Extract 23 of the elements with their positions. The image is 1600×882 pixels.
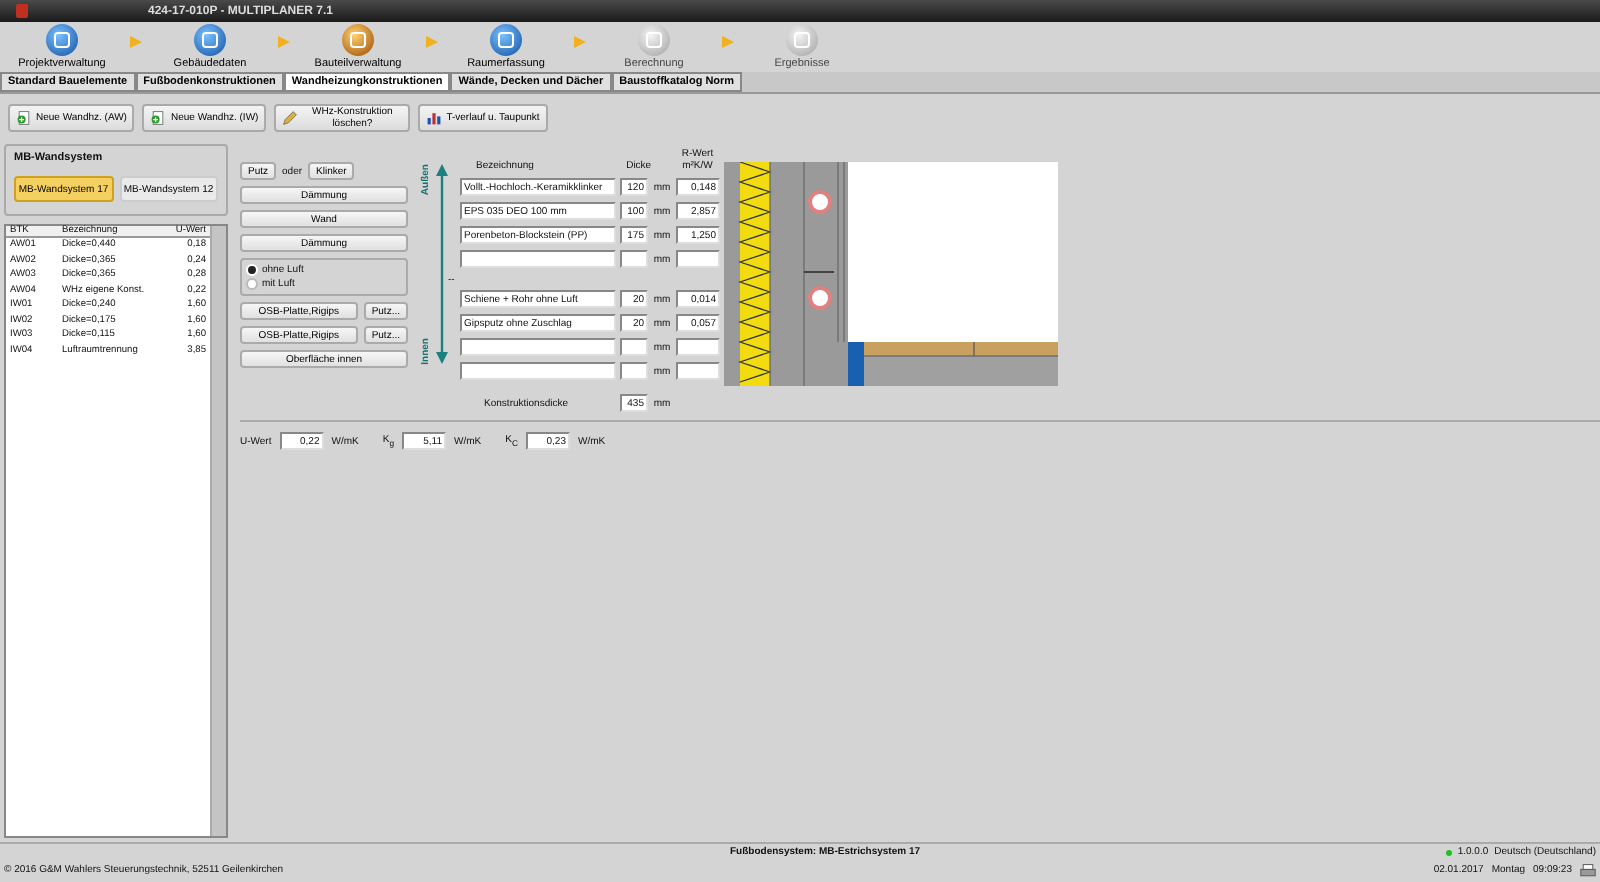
arrow-icon [130, 36, 142, 48]
thickness-field[interactable] [620, 250, 648, 268]
layer-name-field[interactable] [460, 338, 616, 356]
scroll-bar[interactable] [210, 226, 226, 836]
r-value-field[interactable] [676, 362, 720, 380]
status-dot-icon [1445, 849, 1452, 855]
layer-name-field[interactable] [460, 250, 616, 268]
pencil-icon [282, 109, 299, 125]
radio-button[interactable] [246, 278, 258, 290]
arrow-icon [574, 36, 586, 48]
bar-chart-icon [426, 109, 443, 125]
layer-name-field[interactable] [460, 362, 616, 380]
app-icon [16, 4, 28, 18]
arrow-icon [722, 36, 734, 48]
thickness-field[interactable] [620, 338, 648, 356]
document-plus-icon [16, 109, 32, 125]
r-value-field[interactable] [676, 338, 720, 356]
printer-icon[interactable] [1580, 863, 1596, 877]
arrow-icon [426, 36, 438, 48]
arrow-icon [278, 36, 290, 48]
thickness-field[interactable] [620, 362, 648, 380]
document-plus-icon [150, 109, 167, 125]
r-value-field[interactable] [676, 250, 720, 268]
